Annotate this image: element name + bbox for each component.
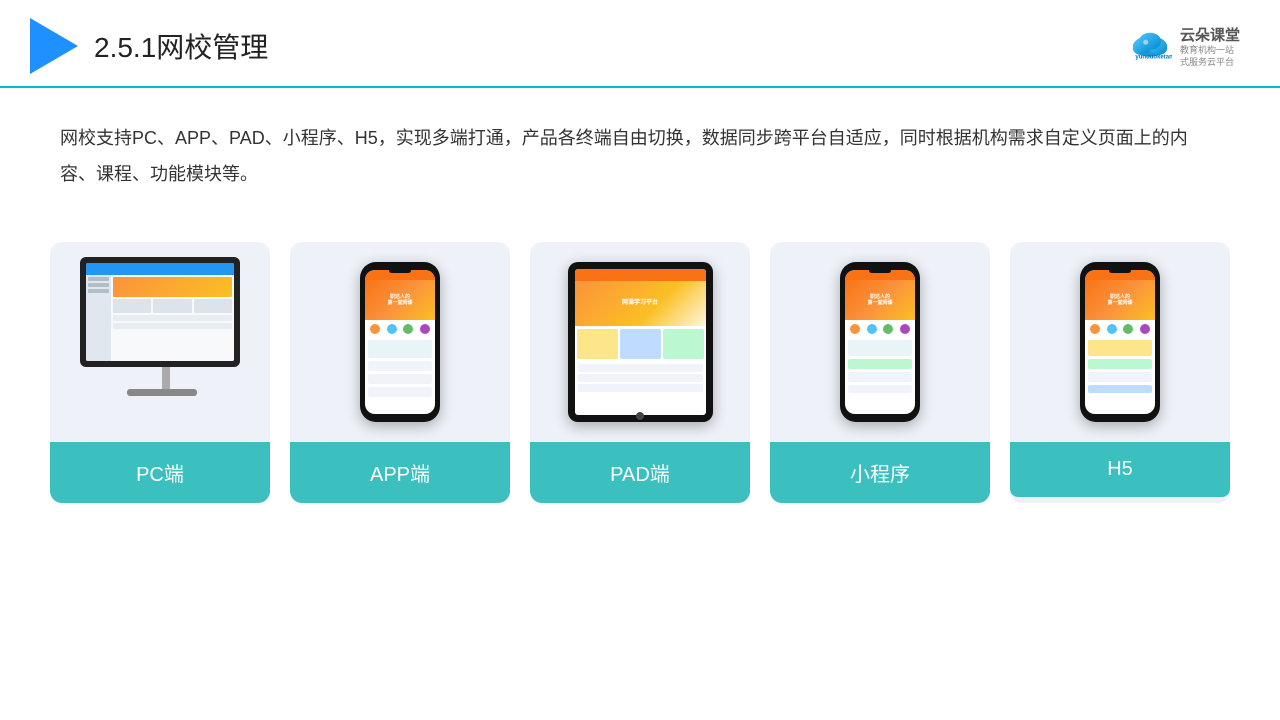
card-app-image: 职达人的第一堂网课 xyxy=(290,242,510,442)
card-pc: PC端 xyxy=(50,242,270,503)
cards-container: PC端 职达人的第一堂网课 xyxy=(0,222,1280,523)
card-miniprogram: 职达人的第一堂网课 小程序 xyxy=(770,242,990,503)
logo-name: 云朵课堂 xyxy=(1180,24,1240,45)
card-app: 职达人的第一堂网课 APP端 xyxy=(290,242,510,503)
card-pad-image: 网课学习平台 xyxy=(530,242,750,442)
description-text: 网校支持PC、APP、PAD、小程序、H5，实现多端打通，产品各终端自由切换，数… xyxy=(0,88,1280,212)
logo-text: 云朵课堂 教育机构一站 式服务云平台 xyxy=(1180,24,1240,68)
title-main: 网校管理 xyxy=(156,32,268,63)
card-h5-label: H5 xyxy=(1010,442,1230,497)
card-pad-label: PAD端 xyxy=(530,442,750,503)
logo-area: yunduoketang 云朵课堂 教育机构一站 式服务云平台 xyxy=(1128,24,1240,68)
card-miniprogram-label: 小程序 xyxy=(770,442,990,503)
page-title: 2.5.1网校管理 xyxy=(94,26,268,66)
cloud-logo-icon: yunduoketang xyxy=(1128,31,1172,61)
logo-sub: 教育机构一站 式服务云平台 xyxy=(1180,45,1234,68)
card-h5-image: 职达人的第一堂网课 xyxy=(1010,242,1230,442)
card-app-label: APP端 xyxy=(290,442,510,503)
card-pc-image xyxy=(50,242,270,442)
card-h5: 职达人的第一堂网课 H5 xyxy=(1010,242,1230,503)
card-miniprogram-image: 职达人的第一堂网课 xyxy=(770,242,990,442)
title-prefix: 2.5.1 xyxy=(94,32,156,63)
play-icon xyxy=(30,18,78,74)
page-header: 2.5.1网校管理 yunduoketang 云朵课堂 教育机构一站 xyxy=(0,0,1280,88)
svg-text:yunduoketang: yunduoketang xyxy=(1135,54,1172,60)
card-pad: 网课学习平台 PAD端 xyxy=(530,242,750,503)
card-pc-label: PC端 xyxy=(50,442,270,503)
header-left: 2.5.1网校管理 xyxy=(30,18,268,74)
